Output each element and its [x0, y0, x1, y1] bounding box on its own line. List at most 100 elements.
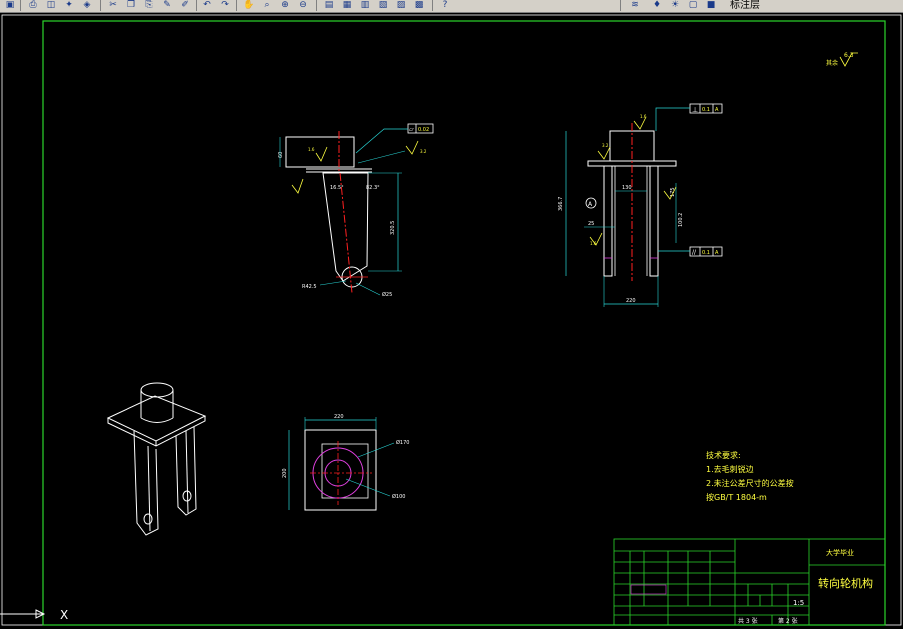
zoom-realtime-icon[interactable]: ⌕	[260, 1, 274, 10]
design-center-icon[interactable]: ▦	[340, 1, 354, 10]
v2-par-val: 0.1	[702, 250, 710, 256]
preview-icon[interactable]: ◫	[44, 1, 58, 10]
undo-icon[interactable]: ↶	[200, 1, 214, 10]
tb-drawing-title: 转向轮机构	[818, 576, 873, 590]
v1-rough-a: 1.6	[308, 147, 315, 152]
view-front: 366.7 220 130 100.2 25 175 A ⊥ 0.1 A // …	[558, 103, 723, 307]
sheet-set-icon[interactable]: ▧	[376, 1, 390, 10]
copy-icon[interactable]: ❐	[124, 1, 138, 10]
cut-icon[interactable]: ✂	[106, 1, 120, 10]
properties-icon[interactable]: ▤	[322, 1, 336, 10]
markup-icon[interactable]: ▨	[394, 1, 408, 10]
block-editor-icon[interactable]: ✐	[178, 1, 192, 10]
toolbar-separator	[316, 0, 317, 11]
v2-rough-mark	[597, 146, 611, 160]
v1-flatness-sym: ▱	[409, 126, 414, 133]
publish-icon[interactable]: ✦	[62, 1, 76, 10]
tech-req-title: 技术要求:	[706, 450, 741, 460]
tb-sheet-total: 共 3 张	[738, 617, 758, 625]
v1-rough-b: 3.2	[420, 149, 427, 154]
ucs-x-label: X	[60, 608, 68, 622]
v1-leader	[357, 150, 406, 164]
v1-rough-mark	[405, 140, 419, 155]
v3-dim-side-val: 200	[282, 468, 288, 478]
print-icon[interactable]: ⎙	[26, 1, 40, 10]
v1-dim-height: 320.5	[390, 221, 396, 235]
v1-dim-angle1: 16.5°	[330, 185, 344, 191]
ucs-icon: X	[0, 608, 68, 622]
v3-slot	[321, 443, 369, 499]
plot-icon[interactable]: ◈	[80, 1, 94, 10]
v2-perp-val: 0.1	[702, 107, 710, 113]
layer-manager-icon[interactable]: ≋	[628, 1, 642, 10]
tech-req-line1: 1.去毛刺锐边	[706, 464, 754, 474]
iso-leg-left-inner	[147, 445, 151, 532]
v2-par-ref: A	[715, 250, 719, 256]
v2-rough-a: 1.6	[640, 114, 647, 119]
v2-rough-b: 3.2	[602, 143, 609, 148]
tb-scale: 1:5	[793, 599, 804, 607]
v2-perp-sym: ⊥	[692, 106, 698, 114]
v2-datum-label: A	[588, 201, 593, 208]
v1-hub	[285, 136, 355, 168]
v1-rough-mark	[291, 178, 304, 194]
toolbar-separator	[20, 0, 21, 11]
help-icon[interactable]: ?	[438, 1, 452, 10]
pan-icon[interactable]: ✋	[242, 1, 256, 10]
match-properties-icon[interactable]: ✎	[160, 1, 174, 10]
v2-dim-bottom-val: 220	[626, 298, 636, 304]
lock-icon[interactable]: ▢	[686, 1, 700, 10]
save-icon[interactable]: ▣	[3, 1, 17, 10]
sun-icon[interactable]: ☀	[668, 1, 682, 10]
v2-rough-c: 1.6	[590, 241, 597, 246]
v2-dim-inner-val: 100.2	[678, 213, 684, 227]
outer-frame	[1, 14, 902, 626]
iso-leg-hole-left	[143, 513, 153, 525]
v2-dim-small-val: 25	[588, 221, 594, 227]
zoom-window-icon[interactable]: ⊕	[278, 1, 292, 10]
paste-icon[interactable]: ⎘	[142, 1, 156, 10]
tech-req-line3: 按GB/T 1804-m	[706, 492, 767, 502]
calculator-icon[interactable]: ▩	[412, 1, 426, 10]
standard-toolbar: ▣ ⎙ ◫ ✦ ◈ ✂ ❐ ⎘ ✎ ✐ ↶ ↷ ✋ ⌕ ⊕ ⊖ ▤ ▦ ▥ ▧ …	[0, 0, 903, 13]
v1-flatness-leader	[355, 128, 408, 154]
iso-cyl-top	[140, 382, 174, 398]
tb-pink-cell	[630, 584, 667, 595]
v2-leg-right	[649, 165, 659, 277]
v1-leader	[355, 282, 381, 296]
v1-flatness-val: 0.02	[418, 127, 429, 133]
v1-dim-top: 60	[278, 152, 284, 158]
v2-dim-w-val: 130	[622, 185, 632, 191]
v3-dim-hole1: Ø170	[396, 439, 409, 446]
view-isometric	[106, 382, 207, 536]
tb-sheet-no: 第 2 张	[778, 617, 798, 625]
view-side: 320.5 60 16.5° 82.3° R42.5 Ø25 ▱ 0.02 1.…	[278, 123, 434, 298]
tech-req-line2: 2.未注公差尺寸的公差按	[706, 478, 794, 488]
v2-leg-left	[603, 165, 613, 277]
v2-perp-ref: A	[715, 107, 719, 113]
iso-plate	[106, 395, 207, 442]
drawing-canvas[interactable]: 其余 6.3 320.5 60 16.5° 82.3° R42.5 Ø25 ▱ …	[0, 13, 903, 629]
v3-dim-top-val: 220	[334, 414, 344, 420]
tool-palette-icon[interactable]: ▥	[358, 1, 372, 10]
tb-school: 大学毕业	[826, 548, 854, 557]
redo-icon[interactable]: ↷	[218, 1, 232, 10]
iso-leg-left	[133, 430, 159, 536]
toolbar-separator	[236, 0, 237, 11]
zoom-previous-icon[interactable]: ⊖	[296, 1, 310, 10]
lightbulb-icon[interactable]: ♦	[650, 1, 664, 10]
current-layer-dropdown[interactable]: 标注层	[730, 0, 760, 11]
v1-dim-hole: Ø25	[382, 291, 392, 298]
layer-color-icon[interactable]: ■	[704, 1, 718, 10]
iso-cyl-bottom	[140, 417, 174, 423]
v2-perp-leader	[655, 107, 690, 131]
roughness-value: 6.3	[844, 52, 854, 59]
toolbar-separator	[196, 0, 197, 11]
v3-dim-hole2: Ø100	[392, 493, 405, 500]
v1-dim-angle2: 82.3°	[366, 185, 380, 191]
v1-leader	[319, 280, 347, 286]
v1-rough-mark	[315, 146, 328, 162]
view-top: 220 200 Ø170 Ø100	[282, 414, 409, 511]
drawing-border	[42, 20, 886, 626]
toolbar-separator	[620, 0, 621, 11]
